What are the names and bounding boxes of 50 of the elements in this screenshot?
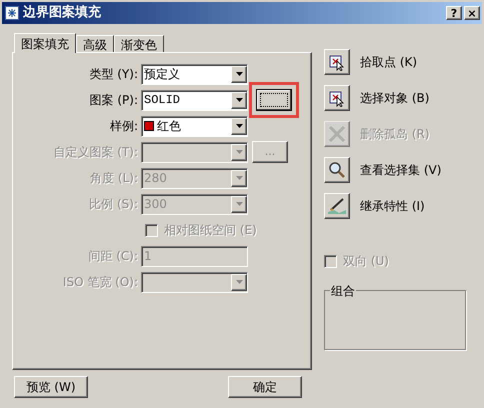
dropdown[interactable]: SOLID (141, 90, 248, 110)
field-label: ISO 笔宽 (O): (62, 274, 139, 291)
caret-icon (236, 280, 242, 284)
action-label: 删除孤岛 (R) (360, 126, 430, 143)
dropdown-value: SOLID (144, 92, 180, 109)
field-label: 角度 (L): (89, 170, 139, 187)
tab[interactable]: 渐变色 (114, 35, 164, 52)
brush-icon (327, 197, 347, 215)
group-title: 组合 (330, 282, 356, 300)
window-title: 边界图案填充 (23, 4, 102, 22)
dialog-button[interactable]: 预览 (W) (14, 376, 88, 398)
help-button[interactable]: ? (446, 6, 462, 20)
dropdown[interactable]: 红色 (141, 116, 248, 136)
browse-button[interactable] (256, 89, 292, 111)
cursor-icon (328, 53, 346, 71)
checkbox-label: 双向 (U) (343, 253, 389, 270)
action-button[interactable] (324, 85, 350, 111)
cross-icon (328, 125, 346, 143)
action-button[interactable] (324, 49, 350, 75)
dropdown-value: 预定义 (144, 66, 180, 83)
field-label: 样例: (108, 118, 139, 135)
checkbox-label: 相对图纸空间 (E) (164, 222, 257, 239)
tab[interactable]: 图案填充 (14, 33, 76, 53)
close-button[interactable]: × (464, 6, 480, 20)
caret-icon (236, 72, 242, 76)
field-label: 间距 (C): (87, 248, 139, 265)
caret-icon (236, 176, 242, 180)
field-label: 比例 (S): (88, 196, 139, 213)
caret-icon (236, 98, 242, 102)
tab[interactable]: 高级 (76, 35, 114, 52)
action-button[interactable] (324, 193, 350, 219)
hatch-icon (5, 6, 19, 20)
field-label: 图案 (P): (88, 92, 139, 109)
cursor-icon (328, 89, 346, 107)
field-label: 自定义图案 (T): (52, 144, 139, 161)
action-label: 继承特性 (I) (360, 198, 425, 215)
dropdown-value: 280 (144, 170, 167, 187)
dropdown-value: 红色 (157, 118, 181, 135)
dropdown[interactable]: 预定义 (141, 64, 248, 84)
caret-icon (236, 202, 242, 206)
dialog-button[interactable]: 确定 (228, 376, 302, 398)
field-label: 类型 (Y): (88, 66, 139, 83)
dropdown-value: 300 (144, 196, 167, 213)
action-label: 查看选择集 (V) (360, 162, 442, 179)
caret-icon (236, 124, 242, 128)
action-label: 选择对象 (B) (360, 90, 430, 107)
search-icon (328, 161, 346, 179)
action-button[interactable] (324, 157, 350, 183)
caret-icon (236, 150, 242, 154)
action-label: 拾取点 (K) (360, 54, 418, 71)
